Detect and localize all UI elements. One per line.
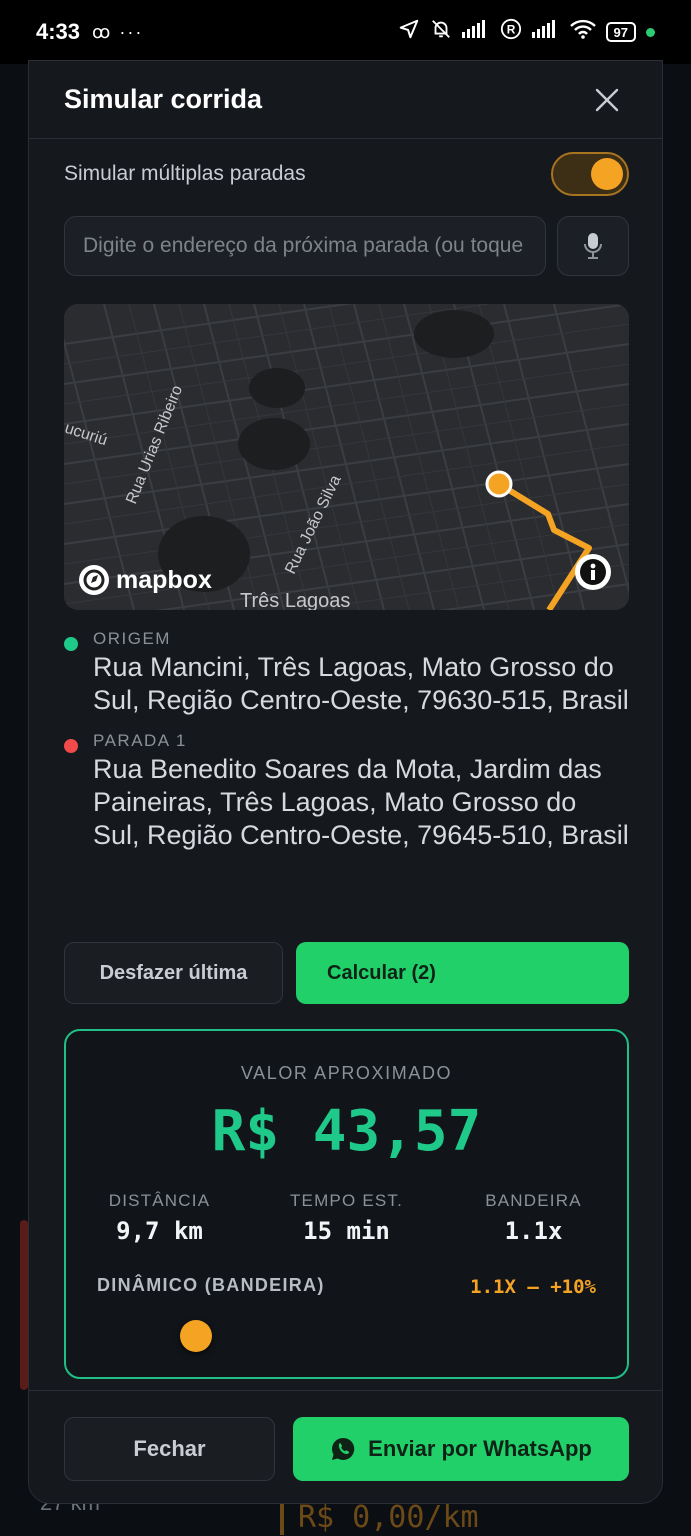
status-icons: R 97 [398,18,655,46]
metric-label: TEMPO EST. [289,1191,404,1210]
origin-dot [64,637,78,651]
wifi-icon [569,19,596,45]
location-icon [398,18,420,46]
modal-header: Simular corrida [29,61,662,139]
status-time: 4:33 [36,19,81,44]
close-button[interactable] [587,80,627,120]
metric-value: 1.1x [504,1217,563,1245]
route-map[interactable]: ucuriú Rua Urias Ribeiro Rua João Silva … [64,304,629,610]
microphone-icon [584,233,602,259]
stop-1: PARADA 1 Rua Benedito Soares da Mota, Ja… [64,731,629,852]
recording-dot [646,27,655,37]
multi-stop-row: Simular múltiplas paradas [64,151,629,197]
mapbox-logo[interactable]: mapbox [78,564,212,596]
signal-icon [461,20,490,44]
next-stop-input[interactable] [64,216,546,276]
metric-value: 15 min [303,1217,390,1245]
battery-icon: 97 [605,22,636,42]
mapbox-logo-icon [79,565,109,595]
close-modal-button[interactable]: Fechar [64,1417,275,1481]
mapbox-logo-text: mapbox [116,565,212,594]
stop-kind: PARADA 1 [93,731,187,750]
background-accent [20,1220,28,1390]
estimate-label: VALOR APROXIMADO [240,1063,453,1083]
whatsapp-label: Enviar por WhatsApp [368,1436,592,1461]
background-price: R$ 0,00/km [280,1500,479,1535]
metric-distance: DISTÂNCIA 9,7 km [66,1191,253,1245]
info-icon [580,559,606,585]
dynamic-slider[interactable] [97,1318,600,1354]
metric-time: TEMPO EST. 15 min [253,1191,440,1245]
stops-list: ORIGEM Rua Mancini, Três Lagoas, Mato Gr… [64,629,629,866]
close-icon [595,88,619,111]
stop-kind: ORIGEM [93,629,171,648]
estimate-value: R$ 43,57 [211,1099,482,1164]
estimate-card: VALOR APROXIMADO R$ 43,57 DISTÂNCIA 9,7 … [64,1029,629,1379]
stop-address: Rua Benedito Soares da Mota, Jardim das … [93,754,629,850]
svg-text:R: R [506,23,515,37]
send-whatsapp-button[interactable]: Enviar por WhatsApp [293,1417,629,1481]
multi-stop-label: Simular múltiplas paradas [64,162,306,185]
metrics-row: DISTÂNCIA 9,7 km TEMPO EST. 15 min BANDE… [66,1191,627,1245]
metric-label: DISTÂNCIA [108,1191,211,1210]
registered-icon: R [500,18,522,46]
dynamic-label: DINÂMICO (BANDEIRA) [97,1275,325,1295]
stop-origin: ORIGEM Rua Mancini, Três Lagoas, Mato Gr… [64,629,629,717]
stop-address: Rua Mancini, Três Lagoas, Mato Grosso do… [93,652,629,715]
bell-off-icon [430,18,452,46]
undo-last-button[interactable]: Desfazer última [64,942,283,1004]
calculate-button[interactable]: Calcular (2) [296,942,629,1004]
metric-flag: BANDEIRA 1.1x [440,1191,627,1245]
modal-footer: Fechar Enviar por WhatsApp [29,1390,662,1503]
signal-icon-2 [531,20,560,44]
whatsapp-icon [332,1437,355,1460]
status-bar: 4:33 ꝏ ··· R 97 [0,0,691,64]
map-info-button[interactable] [575,554,611,590]
simulate-ride-modal: Simular corrida Simular múltiplas parada… [28,60,663,1504]
voice-input-button[interactable] [557,216,629,276]
dynamic-value: 1.1X — +10% [470,1276,596,1298]
metric-label: BANDEIRA [485,1191,582,1210]
map-city-label: Três Lagoas [240,590,351,610]
toggle-knob [591,158,623,190]
voicemail-icon: ꝏ ··· [92,21,144,42]
multi-stop-toggle[interactable] [551,152,629,196]
modal-title: Simular corrida [64,84,263,114]
metric-value: 9,7 km [116,1217,203,1245]
stop-dot [64,739,78,753]
slider-handle[interactable] [180,1320,212,1352]
